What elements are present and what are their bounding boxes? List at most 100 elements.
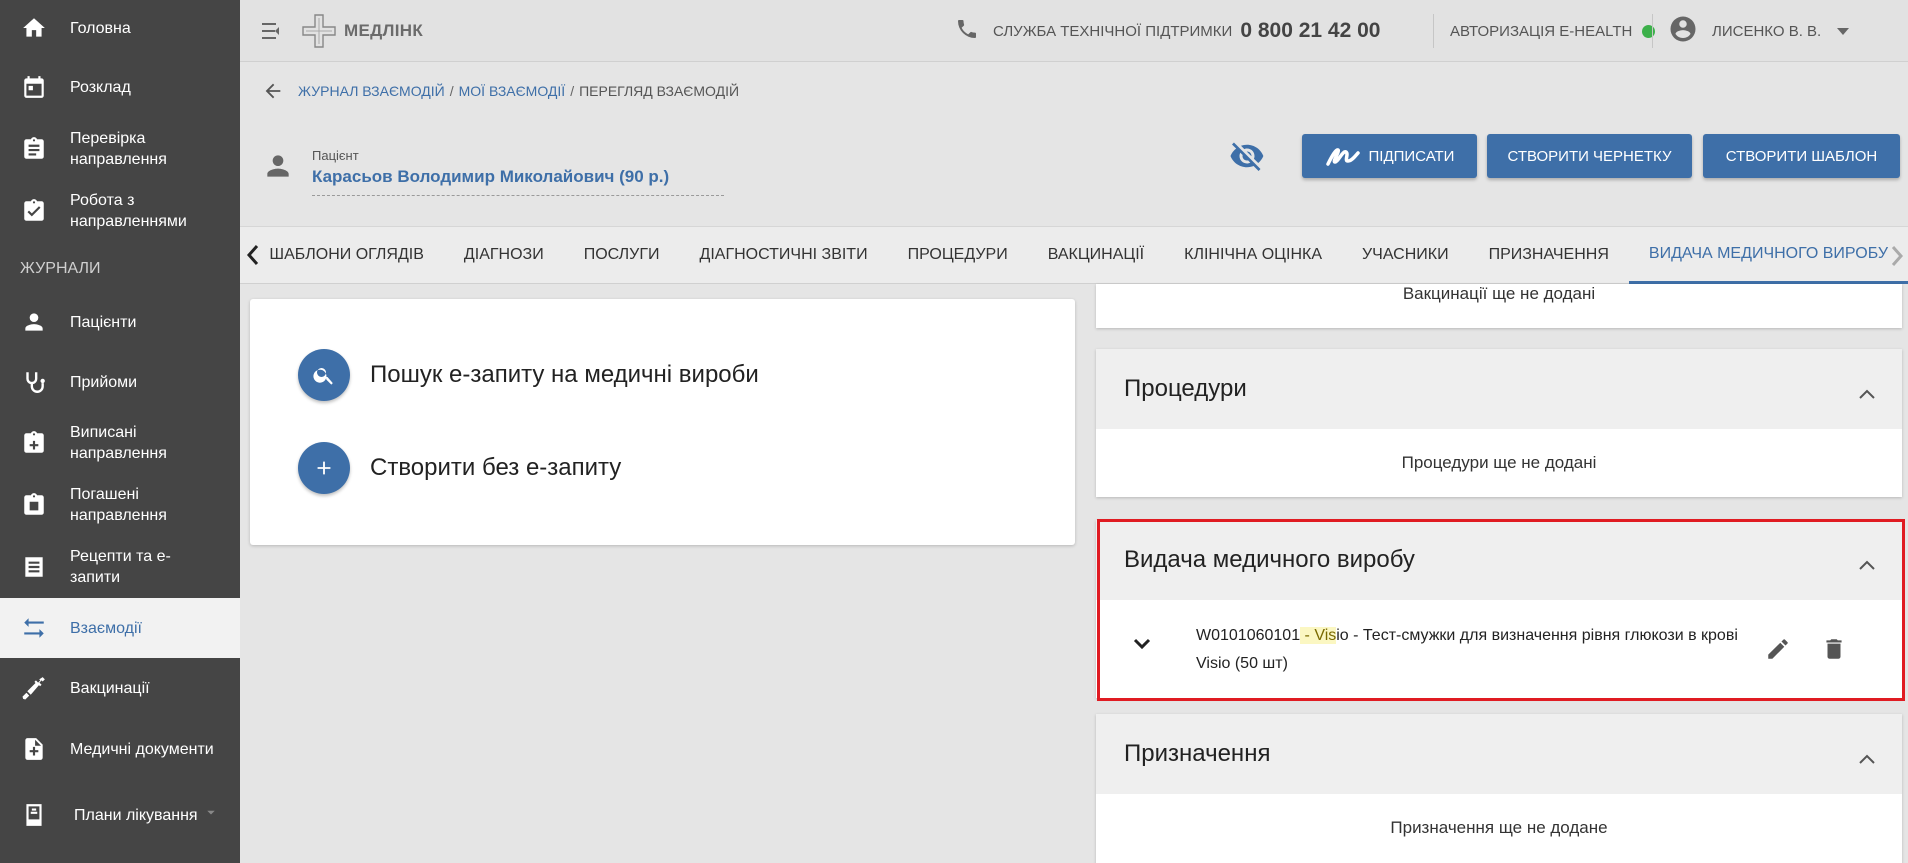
sidebar-section-journals: ЖУРНАЛИ bbox=[20, 260, 101, 277]
clipboard-done-icon bbox=[20, 491, 48, 519]
sidebar-item-treatment-plans[interactable]: Плани лікування bbox=[0, 780, 240, 850]
syringe-icon bbox=[20, 674, 48, 702]
chevron-right-icon[interactable] bbox=[1890, 227, 1908, 285]
prescriptions-panel-header[interactable]: Призначення bbox=[1096, 714, 1902, 794]
device-code: W0101060101 bbox=[1196, 627, 1301, 644]
sidebar-item-check-referral[interactable]: Перевірка направлення bbox=[0, 118, 240, 180]
breadcrumb-current: ПЕРЕГЛЯД ВЗАЄМОДІЙ bbox=[579, 83, 740, 99]
ehealth-auth-status[interactable]: АВТОРИЗАЦІЯ E-HEALTH bbox=[1450, 0, 1656, 62]
chevron-up-icon[interactable] bbox=[1858, 550, 1876, 578]
expand-chevron-icon[interactable] bbox=[1132, 637, 1152, 656]
sidebar-item-home[interactable]: Головна bbox=[0, 0, 240, 56]
create-template-button[interactable]: СТВОРИТИ ШАБЛОН bbox=[1703, 134, 1900, 178]
header-divider bbox=[1433, 14, 1434, 48]
tab-medical-device[interactable]: ВИДАЧА МЕДИЧНОГО ВИРОБУ bbox=[1628, 226, 1908, 284]
sidebar-item-prescriptions[interactable]: Рецепти та е-запити bbox=[0, 536, 240, 598]
document-plus-icon bbox=[20, 735, 48, 763]
plan-icon bbox=[20, 801, 48, 829]
signature-icon bbox=[1325, 148, 1360, 166]
delete-icon[interactable] bbox=[1821, 636, 1847, 667]
auth-label: АВТОРИЗАЦІЯ E-HEALTH bbox=[1450, 22, 1633, 40]
support-info: СЛУЖБА ТЕХНІЧНОЇ ПІДТРИМКИ 0 800 21 42 0… bbox=[955, 0, 1380, 62]
sidebar-item-appointments[interactable]: Прийоми bbox=[0, 352, 240, 412]
breadcrumb-link-my-interactions[interactable]: МОЇ ВЗАЄМОДІЇ bbox=[459, 83, 566, 99]
tab-exam-templates[interactable]: ШАБЛОНИ ОГЛЯДІВ bbox=[265, 226, 444, 284]
support-phone: 0 800 21 42 00 bbox=[1240, 19, 1381, 42]
chevron-down-icon[interactable] bbox=[202, 804, 220, 827]
procedures-title: Процедури bbox=[1124, 375, 1247, 402]
sidebar-item-schedule[interactable]: Розклад bbox=[0, 56, 240, 118]
status-dot-icon bbox=[1642, 24, 1656, 38]
sidebar-item-medical-documents[interactable]: Медичні документи bbox=[0, 718, 240, 780]
search-erequest-action[interactable]: Пошук е-запиту на медичні вироби bbox=[298, 349, 759, 401]
medical-device-title: Видача медичного виробу bbox=[1124, 546, 1415, 573]
medlink-logo-icon bbox=[302, 13, 336, 48]
clipboard-plus-icon bbox=[20, 429, 48, 457]
procedures-panel-header[interactable]: Процедури bbox=[1096, 349, 1902, 429]
chevron-up-icon[interactable] bbox=[1858, 379, 1876, 407]
sidebar-item-label: Виписані направлення bbox=[70, 424, 167, 462]
sidebar-item-label: Рецепти та е-запити bbox=[70, 548, 171, 586]
create-draft-label: СТВОРИТИ ЧЕРНЕТКУ bbox=[1507, 147, 1672, 165]
edit-icon[interactable] bbox=[1765, 636, 1791, 667]
section-tabs: ШАБЛОНИ ОГЛЯДІВ ДІАГНОЗИ ПОСЛУГИ ДІАГНОС… bbox=[240, 226, 1908, 284]
tab-participants[interactable]: УЧАСНИКИ bbox=[1342, 226, 1469, 284]
app-logo[interactable]: МЕДЛІНК bbox=[300, 12, 423, 50]
medical-device-panel-header[interactable]: Видача медичного виробу bbox=[1096, 520, 1902, 600]
home-icon bbox=[20, 14, 48, 42]
create-template-label: СТВОРИТИ ШАБЛОН bbox=[1725, 147, 1878, 165]
create-draft-button[interactable]: СТВОРИТИ ЧЕРНЕТКУ bbox=[1487, 134, 1692, 178]
user-menu[interactable]: ЛИСЕНКО В. В. bbox=[1668, 0, 1850, 62]
breadcrumb-link-journal[interactable]: ЖУРНАЛ ВЗАЄМОДІЙ bbox=[298, 83, 445, 99]
breadcrumb-separator: / bbox=[449, 83, 454, 99]
menu-collapse-icon[interactable] bbox=[260, 17, 288, 45]
tab-diagnostic-reports[interactable]: ДІАГНОСТИЧНІ ЗВІТИ bbox=[680, 226, 888, 284]
sidebar-item-label: Розклад bbox=[70, 78, 131, 96]
sidebar-item-label: Плани лікування bbox=[74, 806, 198, 824]
search-button[interactable] bbox=[298, 349, 350, 401]
back-arrow-icon[interactable] bbox=[262, 80, 284, 102]
plus-icon bbox=[317, 461, 331, 475]
header-divider bbox=[1652, 14, 1653, 48]
clipboard-search-icon bbox=[20, 135, 48, 163]
sidebar-item-label: Пацієнти bbox=[70, 313, 137, 331]
user-name: ЛИСЕНКО В. В. bbox=[1712, 22, 1822, 40]
sidebar-item-label: Перевірка направлення bbox=[70, 130, 167, 168]
clipboard-check-icon bbox=[20, 197, 48, 225]
create-without-erequest-action[interactable]: Створити без е-запиту bbox=[298, 442, 621, 494]
tab-procedures[interactable]: ПРОЦЕДУРИ bbox=[888, 226, 1028, 284]
add-button[interactable] bbox=[298, 442, 350, 494]
sidebar-item-redeemed-referrals[interactable]: Погашені направлення bbox=[0, 474, 240, 536]
tab-clinical-assessment[interactable]: КЛІНІЧНА ОЦІНКА bbox=[1164, 226, 1342, 284]
device-separator: - Vis bbox=[1300, 627, 1337, 644]
sidebar-item-vaccinations[interactable]: Вакцинації bbox=[0, 658, 240, 718]
visibility-off-icon[interactable] bbox=[1226, 138, 1268, 179]
sidebar-item-referral-work[interactable]: Робота з направленнями bbox=[0, 180, 240, 242]
person-icon bbox=[262, 150, 294, 182]
calendar-icon bbox=[20, 73, 48, 101]
sidebar-item-interactions[interactable]: Взаємодії bbox=[0, 598, 240, 658]
vaccinations-empty-text: Вакцинації ще не додані bbox=[1402, 284, 1596, 303]
sidebar-item-label: Взаємодії bbox=[70, 619, 142, 637]
sign-button-label: ПІДПИСАТИ bbox=[1368, 147, 1455, 165]
sign-button[interactable]: ПІДПИСАТИ bbox=[1302, 134, 1477, 178]
vaccinations-panel: Вакцинації ще не додані bbox=[1096, 284, 1902, 328]
sidebar-item-patients[interactable]: Пацієнти bbox=[0, 292, 240, 352]
tab-diagnoses[interactable]: ДІАГНОЗИ bbox=[444, 226, 564, 284]
top-header: МЕДЛІНК СЛУЖБА ТЕХНІЧНОЇ ПІДТРИМКИ 0 800… bbox=[240, 0, 1908, 62]
sidebar-item-label: Прийоми bbox=[70, 373, 138, 391]
sidebar-item-issued-referrals[interactable]: Виписані направлення bbox=[0, 412, 240, 474]
tab-services[interactable]: ПОСЛУГИ bbox=[564, 226, 680, 284]
sidebar-item-label: Робота з направленнями bbox=[70, 192, 187, 230]
procedures-empty-text: Процедури ще не додані bbox=[1401, 453, 1597, 472]
chevron-left-icon[interactable] bbox=[240, 244, 265, 266]
prescriptions-title: Призначення bbox=[1124, 740, 1271, 767]
device-actions-card: Пошук е-запиту на медичні вироби Створит… bbox=[250, 299, 1075, 545]
person-icon bbox=[20, 308, 48, 336]
chevron-up-icon[interactable] bbox=[1858, 744, 1876, 772]
tab-prescriptions[interactable]: ПРИЗНАЧЕННЯ bbox=[1469, 226, 1629, 284]
swap-icon bbox=[20, 614, 48, 642]
tab-vaccinations[interactable]: ВАКЦИНАЦІЇ bbox=[1028, 226, 1164, 284]
patient-name-link[interactable]: Карасьов Володимир Миколайович (90 р.) bbox=[312, 167, 724, 196]
sidebar: Головна Розклад Перевірка направлення Ро… bbox=[0, 0, 240, 863]
